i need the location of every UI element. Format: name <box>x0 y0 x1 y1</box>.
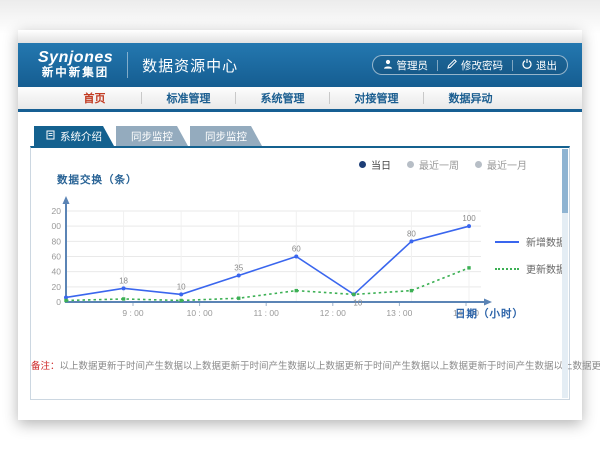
legend-item-new-data[interactable]: 新增数据 <box>495 234 566 249</box>
svg-text:120: 120 <box>51 206 61 216</box>
page-top-strip <box>18 30 582 43</box>
svg-text:80: 80 <box>52 236 62 246</box>
nav-item-home[interactable]: 首页 <box>48 90 141 106</box>
user-icon <box>383 59 393 72</box>
svg-text:40: 40 <box>52 267 62 277</box>
tab-system-intro-label: 系统介绍 <box>60 129 102 144</box>
main-nav: 首页 标准管理 系统管理 对接管理 数据异动 <box>18 87 582 112</box>
filter-last-month[interactable]: 最近一月 <box>475 157 527 172</box>
legend-updated-data-label: 更新数据 <box>526 261 566 276</box>
panel-scrollbar[interactable] <box>562 149 568 398</box>
svg-text:100: 100 <box>51 221 61 231</box>
document-icon <box>46 130 55 143</box>
logout-button[interactable]: 退出 <box>522 58 557 73</box>
footnote-prefix: 备注： <box>31 361 60 372</box>
tab-sync-monitor-1[interactable]: 同步监控 <box>116 126 188 146</box>
user-menu-admin-label: 管理员 <box>397 58 429 73</box>
change-password-label: 修改密码 <box>461 58 503 73</box>
svg-text:10: 10 <box>353 298 362 307</box>
desktop-canvas: Synjones 新中新集团 数据资源中心 管理员 修改密码 <box>0 0 600 450</box>
tab-sync-monitor-2[interactable]: 同步监控 <box>190 126 262 146</box>
nav-item-system-mgmt[interactable]: 系统管理 <box>236 90 329 106</box>
nav-item-data-change[interactable]: 数据异动 <box>424 90 517 106</box>
chart-legend: 新增数据 更新数据 <box>495 234 566 276</box>
edit-icon <box>447 59 457 72</box>
svg-text:80: 80 <box>407 229 416 238</box>
page-title: 数据资源中心 <box>142 55 238 76</box>
brand-logo: Synjones 新中新集团 <box>38 50 113 80</box>
legend-item-updated-data[interactable]: 更新数据 <box>495 261 566 276</box>
user-menu-admin[interactable]: 管理员 <box>383 58 429 73</box>
svg-text:60: 60 <box>292 245 301 254</box>
solid-line-swatch-icon <box>495 241 519 243</box>
content-area: 系统介绍 同步监控 同步监控 当日 最 <box>18 112 582 400</box>
filter-last-week-label: 最近一周 <box>419 157 459 172</box>
nav-item-interface-mgmt[interactable]: 对接管理 <box>330 90 423 106</box>
user-toolbar-separator <box>512 60 513 71</box>
period-filters: 当日 最近一周 最近一月 <box>359 157 527 172</box>
svg-text:11 : 00: 11 : 00 <box>254 308 280 318</box>
nav-item-standard-mgmt[interactable]: 标准管理 <box>142 90 235 106</box>
radio-dot-icon <box>359 161 366 168</box>
footnote-body: 以上数据更新于时间产生数据以上数据更新于时间产生数据以上数据更新于时间产生数据以… <box>60 361 600 372</box>
svg-text:9 : 00: 9 : 00 <box>122 308 144 318</box>
app-window: Synjones 新中新集团 数据资源中心 管理员 修改密码 <box>18 30 582 420</box>
svg-text:10: 10 <box>177 282 186 291</box>
tab-bar: 系统介绍 同步监控 同步监控 <box>34 126 570 146</box>
scrollbar-thumb[interactable] <box>562 149 568 213</box>
app-header: Synjones 新中新集团 数据资源中心 管理员 修改密码 <box>18 43 582 87</box>
svg-text:13 : 00: 13 : 00 <box>386 308 412 318</box>
user-toolbar: 管理员 修改密码 退出 <box>372 55 569 75</box>
svg-text:12 : 00: 12 : 00 <box>320 308 346 318</box>
svg-text:35: 35 <box>234 263 243 272</box>
brand-logo-subtitle: 新中新集团 <box>38 68 113 80</box>
tab-sync-monitor-1-label: 同步监控 <box>131 129 173 144</box>
line-chart-svg: 0 20 40 60 80 100 120 9 : 00 10 : 00 11 : 00 12 : … <box>51 192 501 332</box>
legend-new-data-label: 新增数据 <box>526 234 566 249</box>
change-password-button[interactable]: 修改密码 <box>447 58 503 73</box>
dotted-line-swatch-icon <box>495 268 519 270</box>
filter-last-month-label: 最近一月 <box>487 157 527 172</box>
tab-sync-monitor-2-label: 同步监控 <box>205 129 247 144</box>
chart-y-axis-title: 数据交换（条） <box>57 172 138 187</box>
svg-text:10 : 00: 10 : 00 <box>187 308 213 318</box>
filter-last-week[interactable]: 最近一周 <box>407 157 459 172</box>
power-icon <box>522 59 532 72</box>
header-divider <box>127 52 128 78</box>
svg-text:100: 100 <box>462 214 476 223</box>
logout-label: 退出 <box>536 58 557 73</box>
svg-text:18: 18 <box>119 276 128 285</box>
chart-x-axis-title: 日期（小时） <box>455 306 524 321</box>
svg-text:20: 20 <box>52 282 62 292</box>
chart-panel: 当日 最近一周 最近一月 数据交换（条） 0 20 40 60 80 100 120 9 : … <box>30 146 570 400</box>
footnote: 备注：以上数据更新于时间产生数据以上数据更新于时间产生数据以上数据更新于时间产生… <box>31 358 555 372</box>
radio-dot-icon <box>407 161 414 168</box>
filter-today[interactable]: 当日 <box>359 157 391 172</box>
tab-system-intro[interactable]: 系统介绍 <box>34 126 114 146</box>
brand-logo-text: Synjones <box>38 50 113 66</box>
svg-text:0: 0 <box>56 297 61 307</box>
filter-today-label: 当日 <box>371 157 391 172</box>
svg-text:60: 60 <box>52 252 62 262</box>
user-toolbar-separator <box>437 60 438 71</box>
radio-dot-icon <box>475 161 482 168</box>
